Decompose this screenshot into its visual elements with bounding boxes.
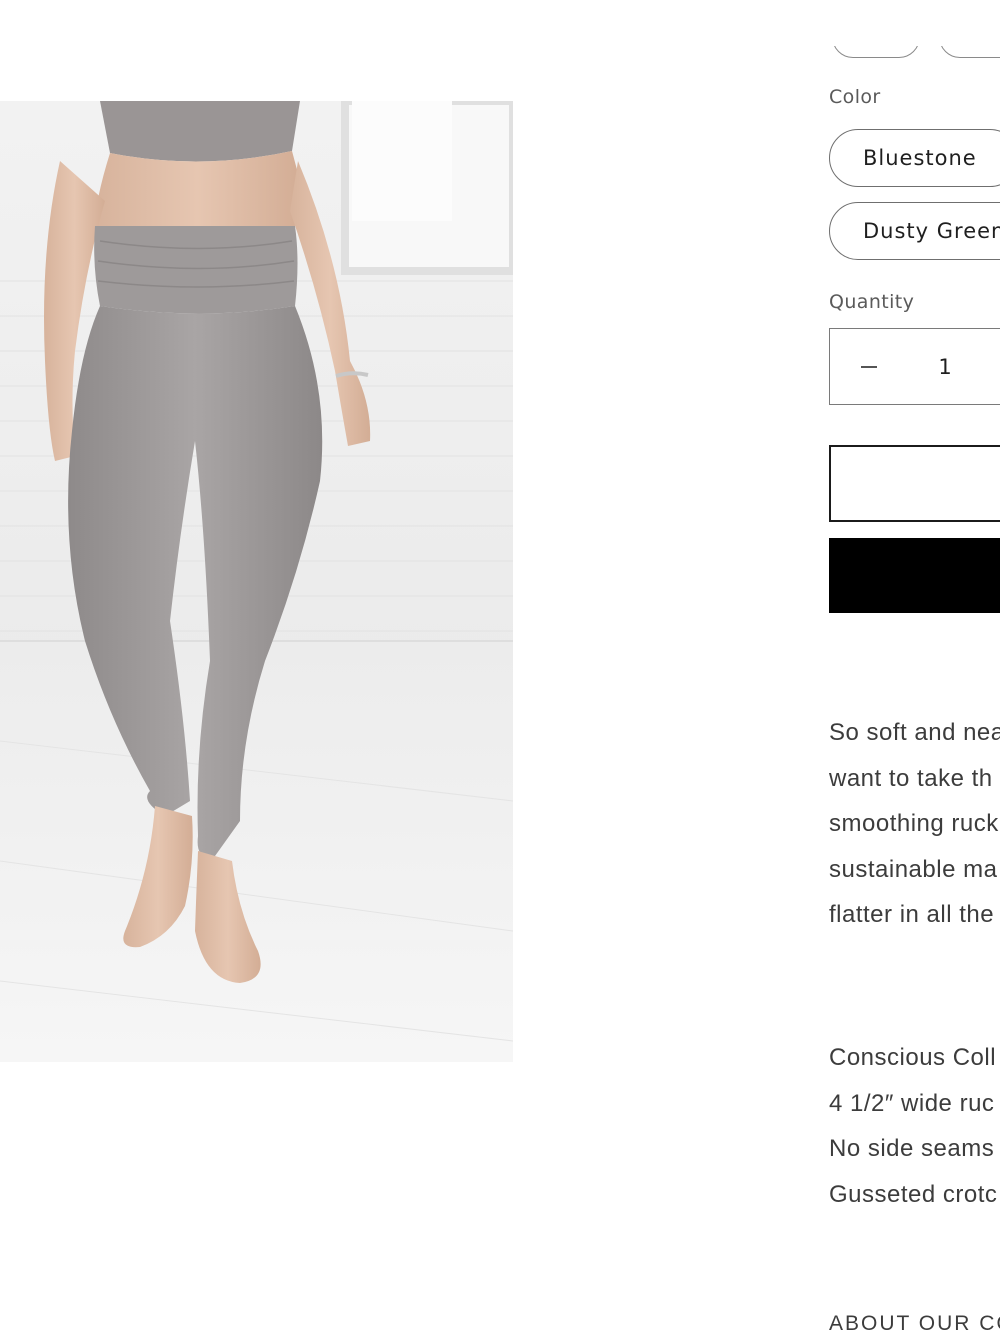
feature-line: 4 1/2″ wide ruc [829,1089,995,1117]
feature-line: Gusseted crotc [829,1180,998,1208]
product-photo [0,101,513,1062]
description-line: smoothing ruck [829,810,999,837]
color-option-dusty-green[interactable]: Dusty Green [829,202,1000,260]
product-info-column: Color Bluestone Dusty Green Quantity So … [829,0,1000,1333]
product-description: So soft and nea want to take th smoothin… [829,710,1000,938]
description-line: sustainable ma [829,855,998,883]
quantity-label: Quantity [829,291,915,313]
product-image[interactable] [0,101,513,1062]
description-line: want to take th [829,764,993,792]
scroll-clip [829,0,1000,46]
product-features: Conscious Coll 4 1/2″ wide ruc No side s… [829,1035,1000,1217]
add-to-cart-button[interactable] [829,445,1000,522]
buy-now-button[interactable] [829,538,1000,613]
quantity-stepper [829,328,1000,405]
product-page: Color Bluestone Dusty Green Quantity So … [0,0,1000,1333]
minus-icon[interactable] [858,349,880,385]
feature-line: No side seams [829,1135,995,1162]
about-heading: ABOUT OUR CO [829,1312,1000,1333]
quantity-input[interactable] [930,349,960,385]
feature-line: Conscious Coll [829,1044,997,1071]
color-option-bluestone[interactable]: Bluestone [829,129,1000,187]
description-line: flatter in all the [829,901,995,928]
color-label: Color [829,86,881,108]
description-line: So soft and nea [829,719,1000,746]
